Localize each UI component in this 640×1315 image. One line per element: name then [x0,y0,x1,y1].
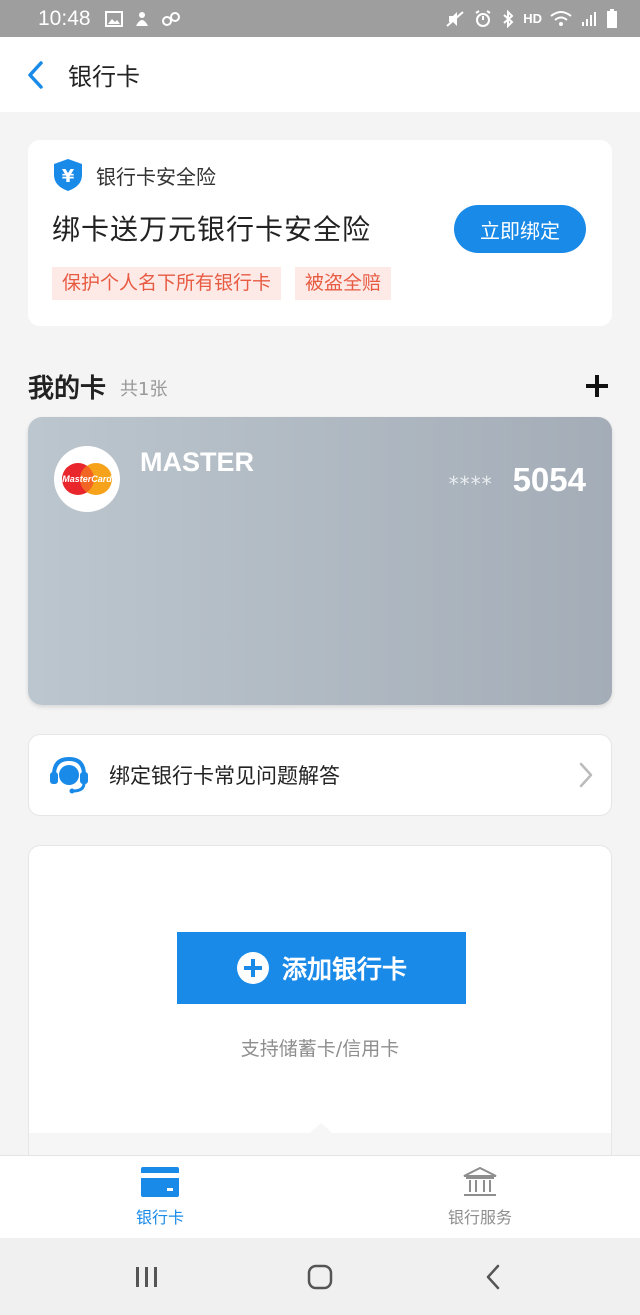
recent-apps-button[interactable] [117,1247,177,1307]
status-right-icons: HD [445,8,618,29]
home-button[interactable] [290,1247,350,1307]
panel-notch [310,1123,332,1133]
status-left-icons [104,10,181,28]
chevron-right-icon [579,762,593,788]
bluetooth-icon [503,9,514,28]
my-cards-header: 我的卡 共1张 [28,366,612,406]
tab-bank-services[interactable]: 银行服务 [320,1156,640,1238]
image-icon [104,10,123,27]
card-last4: 5054 [512,461,586,498]
promo-tag: 保护个人名下所有银行卡 [52,267,282,300]
svg-text:MasterCard: MasterCard [62,474,112,484]
my-cards-title: 我的卡 [28,373,107,404]
signal-icon [582,11,596,26]
back-button[interactable] [0,37,70,112]
add-bank-card-button[interactable]: 添加银行卡 [177,932,466,1004]
status-time: 10:48 [38,6,91,30]
wifi-icon [550,10,572,26]
home-icon [307,1264,333,1289]
mastercard-logo: MasterCard [54,446,120,512]
promo-headline: 绑卡送万元银行卡安全险 [52,213,372,246]
svg-text:¥: ¥ [62,166,75,187]
promo-brand-label: 银行卡安全险 [96,164,216,189]
card-number-mask: **** [448,472,493,496]
promo-brand: ¥ 银行卡安全险 [52,158,216,192]
card-brand: MASTER [140,447,254,477]
bottom-tab-bar: 银行卡 银行服务 [0,1155,640,1238]
system-back-button[interactable] [463,1247,523,1307]
plus-icon [586,375,608,397]
supported-cards-text: 支持储蓄卡/信用卡 [240,1038,400,1060]
card-icon [141,1167,179,1197]
promo-tags: 保护个人名下所有银行卡 被盗全赔 [52,267,392,300]
recent-apps-icon [135,1266,157,1287]
tab-bank-card[interactable]: 银行卡 [0,1156,320,1238]
customer-service-icon [50,756,88,794]
card-number: **** 5054 [449,461,586,499]
bank-icon [463,1166,497,1196]
yuan-shield-icon: ¥ [54,159,82,191]
hd-voice-icon: HD [523,11,542,26]
back-icon [487,1264,500,1289]
bank-card[interactable]: MasterCard MASTER **** 5054 [28,417,612,705]
status-bar: 10:48 HD [0,0,640,37]
mastercard-icon: MasterCard [62,463,112,495]
faq-row[interactable]: 绑定银行卡常见问题解答 [28,734,612,816]
app-header: 银行卡 [0,37,640,112]
bind-now-button[interactable]: 立即绑定 [454,205,586,253]
tab-label: 银行服务 [447,1208,512,1227]
promo-tag: 被盗全赔 [295,267,392,300]
page-title: 银行卡 [68,63,140,91]
faq-label: 绑定银行卡常见问题解答 [109,764,340,788]
system-nav-bar [0,1238,640,1315]
alarm-icon [475,9,491,27]
add-bank-card-label: 添加银行卡 [281,955,407,984]
insurance-promo-card[interactable]: ¥ 银行卡安全险 绑卡送万元银行卡安全险 立即绑定 保护个人名下所有银行卡 被盗… [28,140,612,326]
battery-icon [607,8,617,28]
back-arrow-icon [28,60,43,89]
plus-circle-icon [236,952,269,984]
add-card-panel: 添加银行卡 支持储蓄卡/信用卡 [28,845,612,1155]
mute-icon [446,10,464,27]
app-icon [135,11,148,26]
link-icon [161,11,180,26]
card-count: 共1张 [120,379,168,400]
tab-label: 银行卡 [135,1208,184,1227]
add-card-plus-button[interactable] [582,371,612,401]
panel-footer-strip [29,1133,611,1155]
